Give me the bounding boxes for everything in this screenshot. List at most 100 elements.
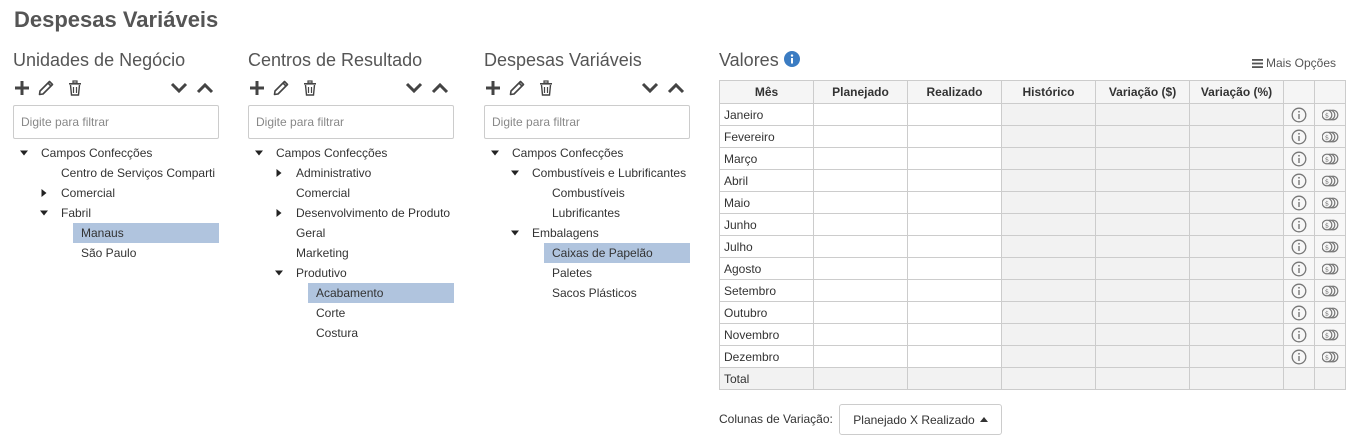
planejado-cell[interactable]: [813, 147, 908, 170]
filter-input[interactable]: [13, 105, 219, 139]
column-header[interactable]: Realizado: [907, 80, 1002, 104]
realizado-cell[interactable]: [907, 279, 1002, 302]
tree-node[interactable]: Acabamento: [248, 283, 454, 303]
planejado-cell[interactable]: [813, 257, 908, 280]
chevron-down-icon[interactable]: [170, 79, 188, 97]
coins-icon[interactable]: $: [1321, 262, 1339, 276]
info-icon[interactable]: [1291, 283, 1307, 298]
tree-node[interactable]: Produtivo: [248, 263, 454, 283]
tree-node[interactable]: Corte: [248, 303, 454, 323]
trash-icon[interactable]: [301, 79, 319, 97]
pencil-icon[interactable]: [272, 79, 290, 97]
plus-icon[interactable]: [13, 79, 31, 97]
caret-right-icon[interactable]: [40, 189, 48, 197]
planejado-cell[interactable]: [813, 345, 908, 368]
tree-node[interactable]: Embalagens: [484, 223, 690, 243]
chevron-up-icon[interactable]: [431, 79, 449, 97]
realizado-cell[interactable]: [907, 147, 1002, 170]
plus-icon[interactable]: [484, 79, 502, 97]
planejado-cell[interactable]: [813, 125, 908, 148]
column-header[interactable]: Planejado: [813, 80, 908, 104]
caret-down-icon[interactable]: [40, 209, 48, 217]
info-icon[interactable]: [1291, 173, 1307, 188]
tree-node[interactable]: Centro de Serviços Comparti: [13, 163, 219, 183]
pencil-icon[interactable]: [37, 79, 55, 97]
column-header[interactable]: Histórico: [1001, 80, 1096, 104]
tree-node[interactable]: Administrativo: [248, 163, 454, 183]
caret-down-icon[interactable]: [491, 149, 499, 157]
coins-icon[interactable]: $: [1321, 306, 1339, 320]
chevron-up-icon[interactable]: [196, 79, 214, 97]
tree-node[interactable]: Marketing: [248, 243, 454, 263]
coins-icon[interactable]: $: [1321, 196, 1339, 210]
coins-icon[interactable]: $: [1321, 328, 1339, 342]
planejado-cell[interactable]: [813, 323, 908, 346]
caret-right-icon[interactable]: [275, 169, 283, 177]
caret-down-icon[interactable]: [511, 229, 519, 237]
column-header[interactable]: Mês: [719, 80, 814, 104]
realizado-cell[interactable]: [907, 213, 1002, 236]
realizado-cell[interactable]: [907, 169, 1002, 192]
coins-icon[interactable]: $: [1321, 130, 1339, 144]
planejado-cell[interactable]: [813, 103, 908, 126]
info-icon[interactable]: [1291, 239, 1307, 254]
planejado-cell[interactable]: [813, 191, 908, 214]
coins-icon[interactable]: $: [1321, 218, 1339, 232]
chevron-up-icon[interactable]: [667, 79, 685, 97]
chevron-down-icon[interactable]: [405, 79, 423, 97]
mais-opcoes-button[interactable]: Mais Opções: [1251, 56, 1336, 70]
tree-node[interactable]: Paletes: [484, 263, 690, 283]
planejado-cell[interactable]: [813, 169, 908, 192]
coins-icon[interactable]: $: [1321, 240, 1339, 254]
realizado-cell[interactable]: [907, 103, 1002, 126]
info-icon[interactable]: [1291, 217, 1307, 232]
pencil-icon[interactable]: [508, 79, 526, 97]
tree-node[interactable]: Combustíveis e Lubrificantes: [484, 163, 690, 183]
tree-node[interactable]: Campos Confecções: [13, 143, 219, 163]
realizado-cell[interactable]: [907, 191, 1002, 214]
trash-icon[interactable]: [537, 79, 555, 97]
plus-icon[interactable]: [248, 79, 266, 97]
caret-down-icon[interactable]: [255, 149, 263, 157]
coins-icon[interactable]: $: [1321, 152, 1339, 166]
info-icon[interactable]: [1291, 327, 1307, 342]
tree-node[interactable]: Campos Confecções: [484, 143, 690, 163]
tree-node[interactable]: Caixas de Papelão: [484, 243, 690, 263]
realizado-cell[interactable]: [907, 345, 1002, 368]
column-header[interactable]: Variação ($): [1095, 80, 1190, 104]
tree-node[interactable]: Fabril: [13, 203, 219, 223]
tree-node[interactable]: Desenvolvimento de Produto: [248, 203, 454, 223]
caret-down-icon[interactable]: [275, 269, 283, 277]
column-header[interactable]: Variação (%): [1189, 80, 1284, 104]
tree-node[interactable]: Costura: [248, 323, 454, 343]
tree-node[interactable]: Comercial: [248, 183, 454, 203]
chevron-down-icon[interactable]: [641, 79, 659, 97]
info-icon[interactable]: [1291, 107, 1307, 122]
caret-right-icon[interactable]: [275, 209, 283, 217]
realizado-cell[interactable]: [907, 257, 1002, 280]
variation-columns-dropdown[interactable]: Planejado X Realizado: [839, 404, 1002, 435]
info-icon[interactable]: [1291, 305, 1307, 320]
coins-icon[interactable]: $: [1321, 284, 1339, 298]
tree-node[interactable]: Comercial: [13, 183, 219, 203]
tree-node[interactable]: Campos Confecções: [248, 143, 454, 163]
tree-node[interactable]: Manaus: [13, 223, 219, 243]
coins-icon[interactable]: $: [1321, 108, 1339, 122]
info-icon[interactable]: [1291, 349, 1307, 364]
tree-node[interactable]: Geral: [248, 223, 454, 243]
coins-icon[interactable]: $: [1321, 174, 1339, 188]
planejado-cell[interactable]: [813, 301, 908, 324]
filter-input[interactable]: [248, 105, 454, 139]
info-icon[interactable]: [1291, 195, 1307, 210]
realizado-cell[interactable]: [907, 235, 1002, 258]
planejado-cell[interactable]: [813, 213, 908, 236]
trash-icon[interactable]: [66, 79, 84, 97]
realizado-cell[interactable]: [907, 301, 1002, 324]
realizado-cell[interactable]: [907, 323, 1002, 346]
tree-node[interactable]: São Paulo: [13, 243, 219, 263]
filter-input[interactable]: [484, 105, 690, 139]
planejado-cell[interactable]: [813, 279, 908, 302]
caret-down-icon[interactable]: [511, 169, 519, 177]
caret-down-icon[interactable]: [20, 149, 28, 157]
coins-icon[interactable]: $: [1321, 350, 1339, 364]
